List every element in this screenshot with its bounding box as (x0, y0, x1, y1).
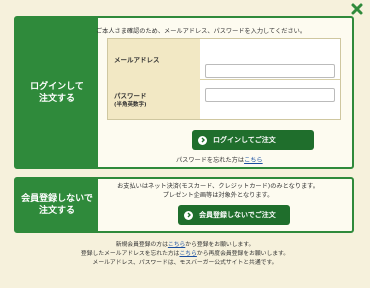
footer-line3: メールアドレス、パスワードは、モスバーガー公式サイトと共通です。 (92, 260, 278, 266)
email-label-text: メールアドレス (114, 56, 160, 64)
chevron-right-icon (184, 210, 193, 220)
password-label-sub: (半角英数字) (114, 102, 147, 108)
footer-line2: 登録したメールアドレスを忘れた方はこちらから再度会員登録をお願いします。 (0, 250, 370, 259)
email-field[interactable] (205, 64, 335, 78)
guest-side-title-line2: 注文する (38, 206, 75, 216)
guest-order-button[interactable]: 会員登録しないでご注文 (178, 205, 290, 225)
re-register-link[interactable]: こちら (179, 251, 196, 257)
close-icon[interactable] (350, 1, 364, 15)
footer-line1-pre: 新規会員登録の方は (115, 242, 168, 248)
login-order-button[interactable]: ログインしてご注文 (192, 130, 314, 150)
forgot-password-text: パスワードを忘れた方はこちら (176, 155, 263, 164)
footer-line2-post: から再度会員登録をお願いします。 (196, 251, 290, 257)
guest-note-line2: プレゼント企画等は対象外となります。 (162, 192, 274, 199)
email-label: メールアドレス (108, 39, 200, 79)
login-side-title: ログインして 注文する (16, 18, 98, 167)
forgot-password-prefix: パスワードを忘れた方は (176, 157, 245, 164)
password-field[interactable] (205, 88, 335, 102)
login-order-button-label: ログインしてご注文 (213, 136, 276, 144)
footer-line1-post: から登録をお願いします。 (185, 242, 255, 248)
password-row: パスワード (半角英数字) (108, 79, 340, 119)
password-label-text: パスワード (114, 92, 147, 100)
login-side-title-line2: 注文する (38, 93, 75, 104)
login-side-title-line1: ログインして (30, 81, 84, 92)
guest-order-button-label: 会員登録しないでご注文 (199, 211, 276, 219)
password-label: パスワード (半角英数字) (108, 79, 200, 119)
forgot-password-link[interactable]: こちら (244, 157, 263, 164)
footer-line1: 新規会員登録の方はこちらから登録をお願いします。 (0, 241, 370, 250)
login-intro-text: ご本人さま確認のため、メールアドレス、パスワードを入力してください。 (96, 28, 307, 35)
guest-note-line1: お支払いはネット決済(モスカード、クレジットカード)のみとなります。 (117, 183, 319, 190)
footer-line2-pre: 登録したメールアドレスを忘れた方は (80, 251, 180, 257)
login-form: メールアドレス パスワード (半角英数字) (107, 38, 341, 120)
chevron-right-icon (198, 135, 207, 145)
email-row: メールアドレス (108, 39, 340, 80)
register-link[interactable]: こちら (168, 242, 185, 248)
